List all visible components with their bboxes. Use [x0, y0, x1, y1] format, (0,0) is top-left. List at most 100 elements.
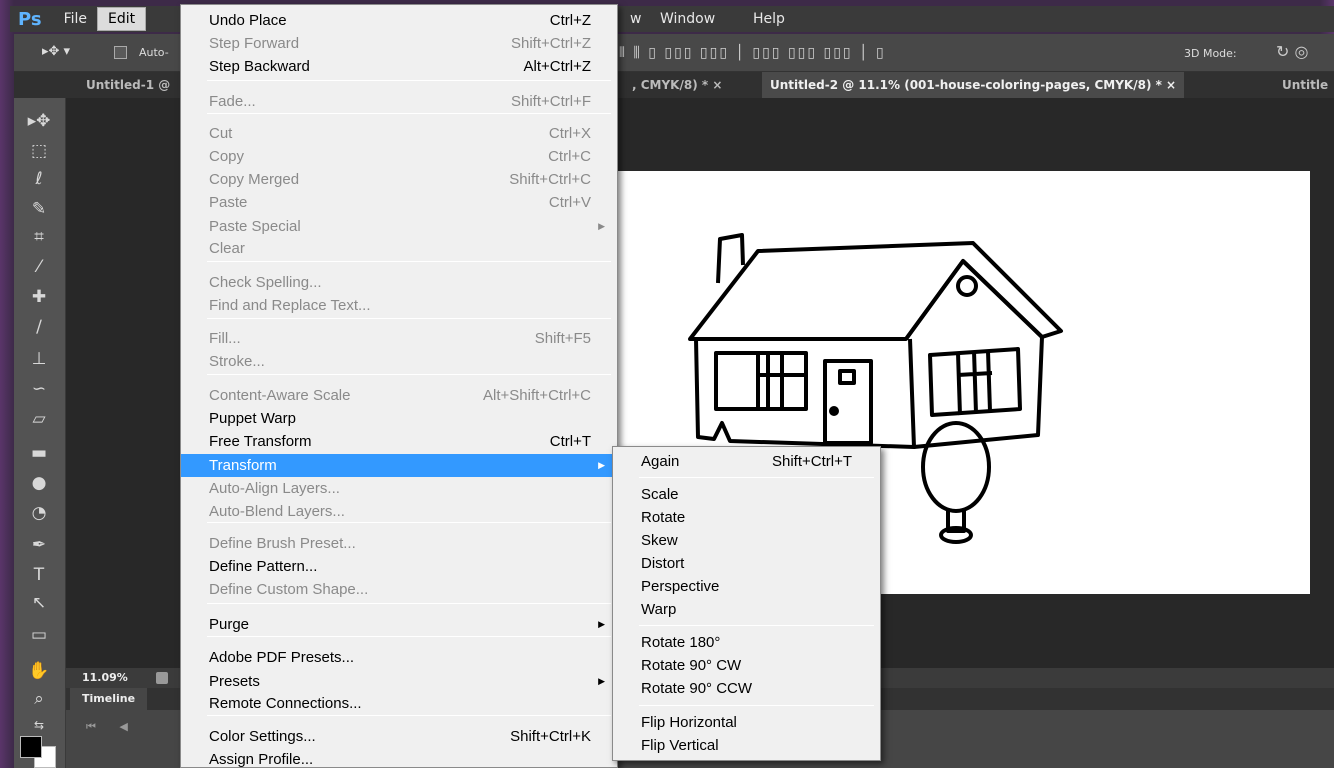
timeline-tab[interactable]: Timeline — [70, 688, 148, 710]
timeline-controls-icon[interactable]: ⏮ ◀ — [86, 720, 138, 734]
path-select-icon[interactable]: ↖ — [24, 592, 54, 614]
edit-menu-item-step-forward[interactable]: Step Forward Shift+Ctrl+Z — [181, 32, 617, 55]
menu-item-label: Flip Horizontal — [641, 714, 737, 731]
history-brush-icon[interactable]: ∽ — [24, 378, 54, 400]
edit-menu-item-define-brush-preset[interactable]: Define Brush Preset... — [181, 532, 617, 555]
edit-menu-item-puppet-warp[interactable]: Puppet Warp — [181, 407, 617, 430]
transform-menu-item-flip-vertical[interactable]: Flip Vertical — [613, 734, 880, 757]
menu-item-label: Copy — [209, 148, 245, 165]
eraser-tool-icon[interactable]: ▱ — [24, 408, 54, 430]
lasso-tool-icon[interactable]: ℓ — [24, 168, 54, 190]
edit-menu-item-remote-connections[interactable]: Remote Connections... — [181, 692, 617, 715]
submenu-arrow-icon: ▶ — [598, 221, 605, 231]
menu-item-label: Skew — [641, 532, 678, 549]
dodge-tool-icon[interactable]: ◔ — [24, 502, 54, 524]
menu-item-shortcut: Ctrl+Z — [549, 12, 591, 29]
edit-menu-item-assign-profile[interactable]: Assign Profile... — [181, 748, 617, 768]
edit-menu-item-paste-special[interactable]: Paste Special ▶ — [181, 215, 617, 238]
zoom-level[interactable]: 11.09% — [82, 668, 128, 688]
edit-menu-item-paste[interactable]: Paste Ctrl+V — [181, 191, 617, 214]
menu-item-shortcut: Shift+Ctrl+Z — [510, 35, 591, 52]
transform-menu-item-distort[interactable]: Distort — [613, 552, 880, 575]
move-tool-icon[interactable]: ▸✥ ▾ — [42, 44, 70, 59]
tab-middle[interactable]: , CMYK/8) * × — [624, 72, 730, 98]
crop-tool-icon[interactable]: ⌗ — [24, 226, 54, 248]
menu-item-label: Assign Profile... — [209, 751, 314, 768]
menu-item-shortcut: Ctrl+V — [548, 194, 591, 211]
edit-menu-item-content-aware-scale[interactable]: Content-Aware Scale Alt+Shift+Ctrl+C — [181, 384, 617, 407]
edit-menu-item-define-custom-shape[interactable]: Define Custom Shape... — [181, 578, 617, 601]
transform-menu-item-rotate-90-cw[interactable]: Rotate 90° CW — [613, 654, 880, 677]
move-tool-icon[interactable]: ▸✥ — [24, 110, 54, 132]
edit-menu-item-fill[interactable]: Fill... Shift+F5 — [181, 327, 617, 350]
edit-menu-item-stroke[interactable]: Stroke... — [181, 350, 617, 373]
gradient-tool-icon[interactable]: ▬ — [24, 442, 54, 464]
menu-item-shortcut: Alt+Shift+Ctrl+C — [483, 387, 591, 404]
edit-menu-item-fade[interactable]: Fade... Shift+Ctrl+F — [181, 90, 617, 113]
edit-menu-item-free-transform[interactable]: Free Transform Ctrl+T — [181, 430, 617, 453]
menu-item-label: Auto-Align Layers... — [209, 480, 340, 497]
tab-untitled-1[interactable]: Untitled-1 @ — [78, 72, 178, 98]
menu-separator — [639, 625, 874, 626]
menu-item-label: Rotate 90° CCW — [641, 680, 753, 697]
menu-item-shortcut: Shift+Ctrl+C — [509, 171, 591, 188]
menu-item-shortcut: Shift+Ctrl+T — [771, 453, 852, 470]
brush-tool-icon[interactable]: ∕ — [24, 316, 54, 338]
edit-menu-item-cut[interactable]: Cut Ctrl+X — [181, 122, 617, 145]
shape-tool-icon[interactable]: ▭ — [24, 624, 54, 646]
edit-menu-item-clear[interactable]: Clear — [181, 237, 617, 260]
transform-menu-item-skew[interactable]: Skew — [613, 529, 880, 552]
edit-menu-item-define-pattern[interactable]: Define Pattern... — [181, 555, 617, 578]
edit-menu-item-auto-align-layers[interactable]: Auto-Align Layers... — [181, 477, 617, 500]
menu-view-partial[interactable]: w — [620, 8, 651, 30]
3d-rotate-icon[interactable]: ↻ ◎ — [1276, 42, 1308, 61]
transform-menu-item-rotate[interactable]: Rotate — [613, 506, 880, 529]
tab-untitled-2[interactable]: Untitled-2 @ 11.1% (001-house-coloring-p… — [762, 72, 1185, 98]
blur-tool-icon[interactable]: ● — [24, 472, 54, 494]
menu-help[interactable]: Help — [743, 8, 795, 30]
menu-item-label: Rotate 180° — [641, 634, 721, 651]
eyedropper-tool-icon[interactable]: ⁄ — [24, 256, 54, 278]
zoom-tool-icon[interactable]: ⌕ — [24, 688, 54, 710]
tab-untitled-3[interactable]: Untitle — [1274, 72, 1334, 98]
menu-separator — [207, 636, 611, 637]
edit-menu-item-step-backward[interactable]: Step Backward Alt+Ctrl+Z — [181, 55, 617, 78]
edit-menu-item-adobe-pdf-presets[interactable]: Adobe PDF Presets... — [181, 646, 617, 669]
quick-select-tool-icon[interactable]: ✎ — [24, 198, 54, 220]
swap-colors-icon[interactable]: ⇆ — [24, 714, 54, 736]
align-icons[interactable]: ⫴ ⫼ ▯ ▯▯▯ ▯▯▯ │ ▯▯▯ ▯▯▯ ▯▯▯ │ ▯ — [619, 45, 886, 61]
transform-menu-item-warp[interactable]: Warp — [613, 598, 880, 621]
type-tool-icon[interactable]: T — [24, 564, 54, 586]
edit-menu-item-undo-place[interactable]: Undo Place Ctrl+Z — [181, 9, 617, 32]
edit-menu-item-copy[interactable]: Copy Ctrl+C — [181, 145, 617, 168]
menu-item-label: Cut — [209, 125, 233, 142]
menu-window[interactable]: Window — [650, 8, 725, 30]
transform-menu-item-rotate-180[interactable]: Rotate 180° — [613, 631, 880, 654]
menu-item-label: Purge — [209, 616, 250, 633]
menu-edit[interactable]: Edit — [97, 7, 147, 31]
pen-tool-icon[interactable]: ✒ — [24, 534, 54, 556]
edit-menu-item-find-and-replace-text[interactable]: Find and Replace Text... — [181, 294, 617, 317]
edit-menu-item-check-spelling[interactable]: Check Spelling... — [181, 271, 617, 294]
hand-tool-icon[interactable]: ✋ — [24, 660, 54, 682]
edit-menu-item-copy-merged[interactable]: Copy Merged Shift+Ctrl+C — [181, 168, 617, 191]
transform-menu-item-perspective[interactable]: Perspective — [613, 575, 880, 598]
menu-file[interactable]: File — [54, 8, 97, 30]
edit-menu-item-color-settings[interactable]: Color Settings... Shift+Ctrl+K — [181, 725, 617, 748]
transform-menu-item-again[interactable]: Again Shift+Ctrl+T — [613, 450, 880, 473]
transform-menu-item-flip-horizontal[interactable]: Flip Horizontal — [613, 711, 880, 734]
edit-menu-item-purge[interactable]: Purge ▶ — [181, 613, 617, 636]
transform-menu-item-rotate-90-ccw[interactable]: Rotate 90° CCW — [613, 677, 880, 700]
edit-menu-item-presets[interactable]: Presets ▶ — [181, 670, 617, 693]
status-info-icon[interactable] — [156, 672, 168, 684]
edit-menu-item-auto-blend-layers[interactable]: Auto-Blend Layers... — [181, 500, 617, 523]
stamp-tool-icon[interactable]: ⊥ — [24, 348, 54, 370]
marquee-tool-icon[interactable]: ⬚ — [24, 140, 54, 162]
auto-select-checkbox[interactable] — [114, 46, 127, 59]
edit-menu-item-transform[interactable]: Transform ▶ — [181, 454, 617, 477]
auto-select-label: Auto- — [139, 46, 169, 59]
healing-brush-icon[interactable]: ✚ — [24, 286, 54, 308]
foreground-color-swatch[interactable] — [20, 736, 42, 758]
menu-item-label: Scale — [641, 486, 679, 503]
transform-menu-item-scale[interactable]: Scale — [613, 483, 880, 506]
